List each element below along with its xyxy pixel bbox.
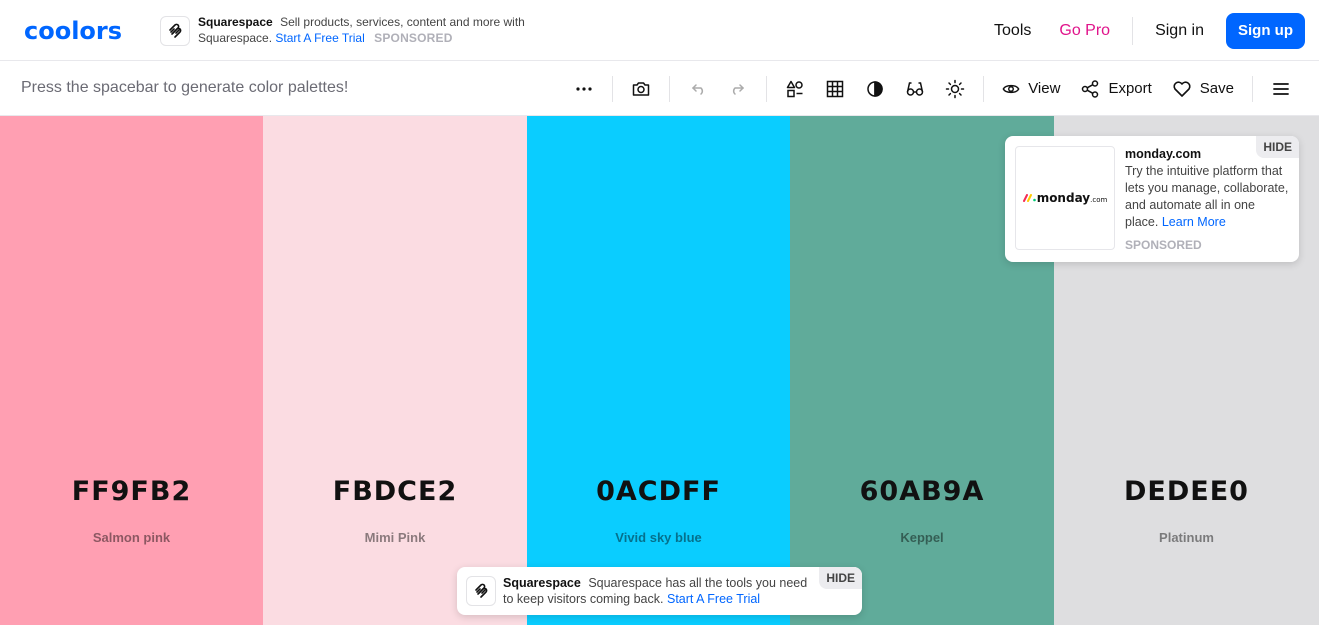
view-label: View	[1028, 80, 1061, 97]
monday-logo: monday .com	[1022, 191, 1108, 205]
toolbar-divider	[612, 75, 614, 102]
export-button[interactable]: Export	[1070, 69, 1161, 109]
toolbar-divider	[983, 75, 985, 102]
palette-toolbar: Press the spacebar to generate color pal…	[0, 61, 1319, 116]
color-name: Keppel	[900, 530, 944, 545]
undo-icon	[692, 83, 704, 95]
monday-logo-text: monday	[1036, 191, 1091, 205]
hamburger-icon	[1273, 82, 1289, 95]
menu-button[interactable]	[1261, 69, 1301, 109]
bottom-ad-cta-link[interactable]: Start A Free Trial	[667, 592, 760, 606]
heart-icon	[1173, 80, 1191, 97]
color-swatch[interactable]: FF9FB2 Salmon pink	[0, 116, 263, 625]
side-ad-cta-link[interactable]: Learn More	[1162, 215, 1226, 229]
top-ad-brand: Squarespace	[198, 15, 273, 29]
color-hex-code[interactable]: FF9FB2	[0, 476, 263, 507]
monday-ad-image: monday .com	[1015, 146, 1115, 250]
grid-view-button[interactable]	[815, 69, 855, 109]
toolbar-divider	[669, 75, 671, 102]
color-hex-code[interactable]: 60AB9A	[790, 476, 1054, 507]
camera-icon	[632, 81, 650, 96]
toolbar-divider	[766, 75, 768, 102]
bottom-sponsored-ad[interactable]: Squarespace Squarespace has all the tool…	[457, 567, 862, 615]
share-icon	[1082, 79, 1099, 98]
color-hex-code[interactable]: DEDEE0	[1054, 476, 1319, 507]
spacebar-hint: Press the spacebar to generate color pal…	[21, 79, 349, 96]
screenshot-button[interactable]	[621, 69, 661, 109]
top-sponsored-ad[interactable]: Squarespace Sell products, services, con…	[160, 14, 540, 48]
grid-icon	[826, 80, 844, 97]
coolors-logo[interactable]: coolors	[24, 17, 122, 45]
color-hex-code[interactable]: FBDCE2	[263, 476, 527, 507]
hide-bottom-ad-button[interactable]: HIDE	[819, 567, 862, 589]
theme-toggle-button[interactable]	[935, 69, 975, 109]
undo-button[interactable]	[678, 69, 718, 109]
eye-icon	[1002, 84, 1020, 93]
squarespace-icon	[160, 16, 190, 46]
monday-mark-icon	[1022, 194, 1036, 202]
bottom-ad-brand: Squarespace	[503, 576, 581, 590]
sign-up-button[interactable]: Sign up	[1226, 13, 1305, 49]
color-name: Platinum	[1159, 530, 1214, 545]
top-nav: coolors Squarespace Sell products, servi…	[0, 0, 1319, 61]
side-sponsored-ad[interactable]: monday .com monday.com Try the intuitive …	[1005, 136, 1299, 262]
top-ad-sponsored-label: SPONSORED	[374, 31, 453, 45]
glasses-icon	[906, 81, 924, 96]
tools-link[interactable]: Tools	[980, 22, 1045, 40]
adjust-palette-button[interactable]	[775, 69, 815, 109]
sun-icon	[945, 79, 965, 98]
color-blindness-button[interactable]	[895, 69, 935, 109]
color-name: Mimi Pink	[364, 530, 426, 545]
save-label: Save	[1199, 80, 1234, 97]
more-options-button[interactable]	[564, 69, 604, 109]
sign-in-link[interactable]: Sign in	[1141, 22, 1218, 40]
color-name: Vivid sky blue	[615, 530, 702, 545]
more-dots-icon	[576, 86, 592, 91]
hide-side-ad-button[interactable]: HIDE	[1256, 136, 1299, 158]
contrast-icon	[867, 80, 883, 97]
color-name: Salmon pink	[92, 530, 171, 545]
bottom-ad-text: Squarespace Squarespace has all the tool…	[503, 575, 821, 607]
shapes-icon	[786, 80, 803, 97]
go-pro-link[interactable]: Go Pro	[1045, 22, 1124, 40]
nav-divider	[1132, 17, 1134, 45]
redo-button[interactable]	[718, 69, 758, 109]
color-swatch[interactable]: FBDCE2 Mimi Pink	[263, 116, 527, 625]
view-button[interactable]: View	[992, 69, 1070, 109]
monday-logo-suffix: .com	[1090, 195, 1108, 204]
squarespace-icon	[466, 576, 496, 606]
side-ad-sponsored-label: SPONSORED	[1125, 238, 1202, 252]
color-swatch[interactable]: 0ACDFF Vivid sky blue	[527, 116, 790, 625]
redo-icon	[733, 83, 745, 95]
color-hex-code[interactable]: 0ACDFF	[527, 476, 790, 507]
save-button[interactable]: Save	[1162, 69, 1244, 109]
top-ad-cta-link[interactable]: Start A Free Trial	[275, 31, 364, 45]
export-label: Export	[1108, 80, 1152, 97]
toolbar-actions: View Export Save	[564, 61, 1301, 116]
toolbar-divider	[1252, 75, 1253, 102]
contrast-button[interactable]	[855, 69, 895, 109]
top-ad-text: Squarespace Sell products, services, con…	[198, 14, 543, 46]
side-ad-body: monday.com Try the intuitive platform th…	[1125, 146, 1290, 254]
nav-actions: Tools Go Pro Sign in Sign up	[980, 13, 1305, 49]
